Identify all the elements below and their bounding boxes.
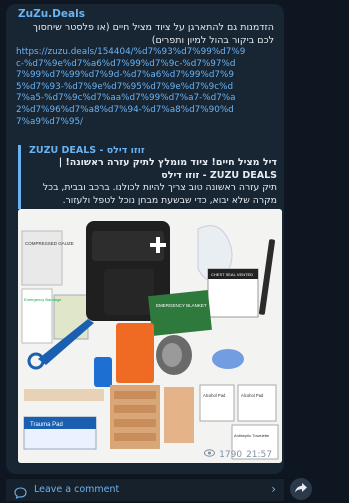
preview-site-name: ZUZU DEALS - זוזו דילס bbox=[29, 145, 145, 156]
antiseptic-label: Antiseptic Towelette bbox=[234, 433, 270, 438]
message-meta: 1790 21:57 bbox=[204, 449, 272, 460]
preview-image[interactable]: COMPRESSED GAUZE Emergency Bandage CHEST… bbox=[18, 209, 282, 463]
message-time: 21:57 bbox=[246, 449, 272, 460]
comment-icon bbox=[14, 484, 27, 503]
alcohol-pad-label-1: Alcohol Pad bbox=[203, 393, 226, 398]
eye-icon bbox=[204, 449, 216, 460]
message-bubble: ZuZu.Deals הזדמנות גם להתארגן על ציוד מצ… bbox=[6, 4, 284, 474]
deal-link[interactable]: https://zuzu.deals/154404/%d7%93%d7%99%d… bbox=[16, 47, 246, 128]
preview-description: תיק עזרה ראשונה טוב צריך להיות לכולנו. ב… bbox=[42, 182, 277, 206]
first-aid-kit-photo: COMPRESSED GAUZE Emergency Bandage CHEST… bbox=[18, 209, 282, 463]
channel-name[interactable]: ZuZu.Deals bbox=[18, 8, 85, 20]
gauze-label: COMPRESSED GAUZE bbox=[25, 241, 74, 246]
alcohol-pad-label-2: Alcohol Pad bbox=[241, 393, 264, 398]
trauma-pad-label: Trauma Pad bbox=[30, 422, 63, 428]
share-arrow-icon bbox=[295, 482, 307, 496]
comment-label: Leave a comment bbox=[34, 484, 120, 495]
message-text: הזדמנות גם להתארגן על ציוד מציל חיים (או… bbox=[32, 22, 274, 46]
preview-title: דיל מציל חיים! ציוד מומלץ לתיק עזרה ראשו… bbox=[58, 157, 277, 181]
blanket-label: EMERGENCY BLANKET bbox=[156, 303, 207, 308]
link-preview[interactable]: ZUZU DEALS - זוזו דילס דיל מציל חיים! צי… bbox=[18, 145, 280, 209]
chevron-right-icon: › bbox=[271, 482, 276, 496]
bandage-label: Emergency Bandage bbox=[24, 297, 62, 302]
share-button[interactable] bbox=[290, 478, 312, 500]
leave-comment-button[interactable]: Leave a comment › bbox=[6, 478, 284, 501]
chest-seal-label: CHEST SEAL VENTED bbox=[211, 272, 253, 277]
view-count: 1790 bbox=[219, 449, 243, 460]
